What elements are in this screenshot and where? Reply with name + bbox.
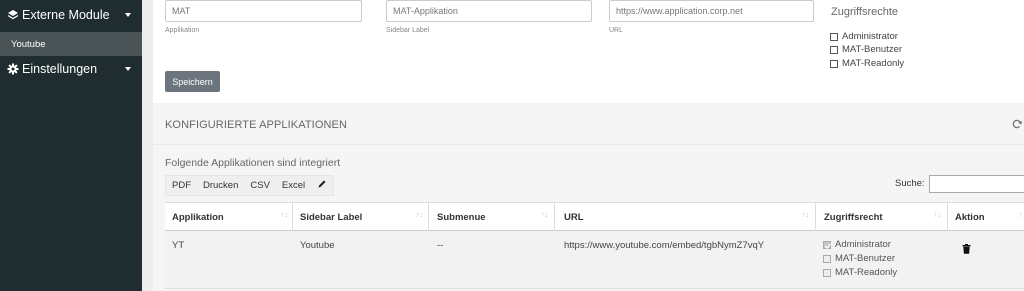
section-title: KONFIGURIERTE APPLIKATIONEN (165, 119, 347, 131)
sidebar-label-input[interactable]: MAT-Applikation (386, 0, 592, 22)
section-header: KONFIGURIERTE APPLIKATIONEN (153, 105, 1024, 145)
url-value: https://www.application.corp.net (616, 6, 743, 16)
sidebar-label-label: Sidebar Label (386, 27, 430, 34)
applications-table-panel: Folgende Applikationen sind integriert P… (153, 145, 1024, 291)
export-pdf-button[interactable]: PDF (166, 180, 197, 191)
column-divider (554, 203, 555, 231)
checkbox-mat-benutzer[interactable]: MAT-Benutzer (830, 44, 902, 55)
cell-applikation: YT (172, 240, 185, 251)
export-csv-button[interactable]: CSV (244, 180, 276, 191)
checkbox-label: MAT-Readonly (842, 58, 905, 69)
table-subtitle: Folgende Applikationen sind integriert (165, 157, 341, 169)
chevron-down-icon (125, 67, 131, 71)
pencil-icon[interactable] (311, 179, 333, 192)
checkbox-mat-readonly[interactable]: MAT-Readonly (830, 58, 904, 69)
sidebar-item-label: Externe Module (22, 8, 110, 22)
table-row: YT Youtube -- https://www.youtube.com/em… (165, 231, 1024, 289)
applikation-value: MAT (172, 6, 191, 16)
sidebar-item-einstellungen[interactable]: Einstellungen (0, 54, 142, 84)
sidebar: Externe Module Youtube Einstellungen (0, 0, 142, 291)
cell-url: https://www.youtube.com/embed/tgbNymZ7vq… (564, 240, 765, 251)
checkbox-label: Administrator (842, 31, 898, 42)
export-toolbar: PDF Drucken CSV Excel (165, 175, 335, 196)
checkbox-box[interactable] (830, 32, 838, 41)
modules-icon (6, 8, 20, 22)
trash-icon[interactable] (962, 241, 971, 259)
sidebar-item-label: Einstellungen (22, 62, 98, 76)
checkbox-box (823, 254, 831, 263)
column-header-sidebar-label[interactable]: Sidebar Label (300, 212, 362, 223)
cell-checkbox-mat-benutzer: MAT-Benutzer (823, 253, 895, 264)
checkbox-box[interactable] (830, 59, 838, 68)
url-input[interactable]: https://www.application.corp.net (609, 0, 814, 22)
checkbox-label: MAT-Benutzer (842, 44, 903, 55)
column-divider (815, 203, 816, 231)
column-divider (428, 203, 429, 231)
checkbox-label: Administrator (835, 239, 891, 250)
sidebar-label-value: MAT-Applikation (393, 6, 458, 16)
url-label: URL (609, 27, 624, 34)
chevron-down-icon (125, 13, 131, 17)
cell-checkbox-administrator: Administrator (823, 239, 891, 250)
cell-submenue: -- (437, 240, 444, 251)
sort-icon[interactable]: ↑↓ (541, 212, 548, 219)
column-divider (292, 203, 293, 231)
zugriffsrechte-title: Zugriffsrechte (831, 6, 899, 18)
checkbox-label: MAT-Readonly (835, 267, 898, 278)
column-header-submenue[interactable]: Submenue (437, 212, 486, 223)
checkbox-box (823, 268, 831, 277)
application-form: MAT Applikation MAT-Applikation Sidebar … (153, 0, 1024, 103)
content-gutter (142, 0, 153, 291)
search-input[interactable] (929, 175, 1024, 193)
refresh-icon[interactable] (1012, 119, 1022, 132)
checkbox-checked (823, 240, 832, 249)
cell-sidebar-label: Youtube (300, 240, 335, 251)
gear-icon (6, 62, 20, 76)
sort-icon[interactable]: ↑↓ (802, 212, 809, 219)
column-header-aktion: Aktion (955, 212, 985, 223)
sort-icon[interactable]: ↑↓ (416, 212, 423, 219)
export-print-button[interactable]: Drucken (197, 180, 244, 191)
cell-checkbox-mat-readonly: MAT-Readonly (823, 267, 897, 278)
search-label: Suche: (895, 178, 925, 189)
sort-icon[interactable]: ↑↓ (1019, 212, 1024, 219)
sort-icon[interactable]: ↑↓ (281, 212, 288, 219)
column-header-applikation[interactable]: Applikation (172, 212, 224, 223)
checkbox-label: MAT-Benutzer (835, 253, 896, 264)
sidebar-subitem-label: Youtube (11, 38, 46, 50)
save-button[interactable]: Speichern (165, 71, 220, 92)
column-divider (947, 203, 948, 231)
column-header-url[interactable]: URL (564, 212, 584, 223)
table-header: Applikation ↑↓ Sidebar Label ↑↓ Submenue… (165, 202, 1024, 231)
applikation-input[interactable]: MAT (165, 0, 362, 22)
checkbox-administrator[interactable]: Administrator (830, 31, 898, 42)
sort-icon[interactable]: ↑↓ (934, 212, 941, 219)
sidebar-subitem-youtube[interactable]: Youtube (0, 32, 142, 56)
sidebar-item-externe-module[interactable]: Externe Module (0, 0, 142, 30)
checkbox-box[interactable] (830, 45, 838, 54)
column-header-zugriffsrecht[interactable]: Zugriffsrecht (824, 212, 883, 223)
export-excel-button[interactable]: Excel (276, 180, 311, 191)
applikation-label: Applikation (165, 27, 200, 34)
